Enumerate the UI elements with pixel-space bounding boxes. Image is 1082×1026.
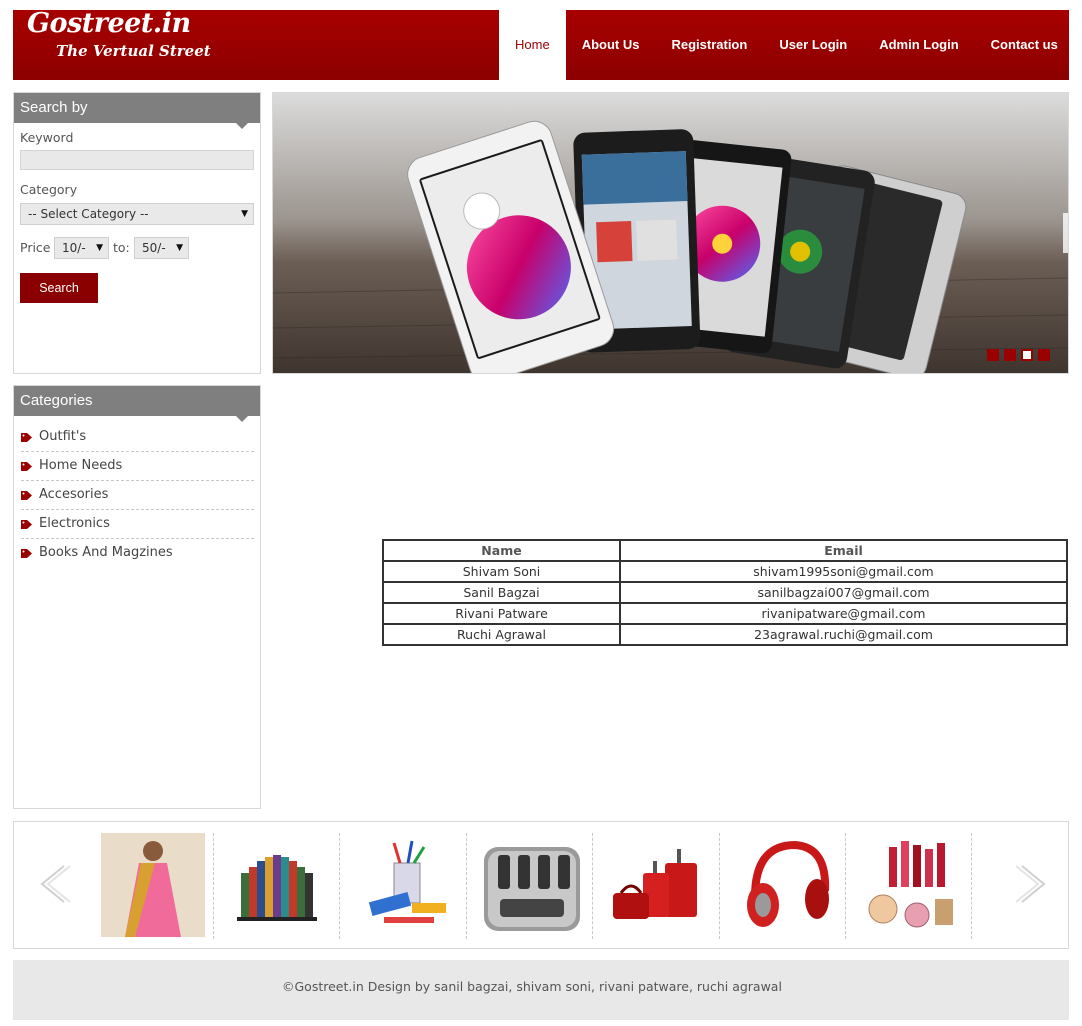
dropdown-arrow-icon: ▼ bbox=[241, 209, 248, 219]
category-item-outfits[interactable]: Outfit's bbox=[21, 423, 254, 452]
slider-dot-2[interactable] bbox=[1004, 349, 1016, 361]
category-label: Books And Magzines bbox=[39, 545, 173, 560]
carousel-item-stationery[interactable] bbox=[341, 833, 467, 939]
category-label: Accesories bbox=[39, 487, 109, 502]
price-from-value: 10/- bbox=[62, 241, 86, 255]
image-slider[interactable] bbox=[272, 92, 1069, 374]
cell-email: shivam1995soni@gmail.com bbox=[619, 560, 1068, 583]
carousel-item-saree[interactable] bbox=[88, 833, 214, 939]
saree-image bbox=[101, 833, 205, 937]
col-email-header: Email bbox=[619, 539, 1068, 562]
logo-tagline: The Vertual Street bbox=[56, 42, 211, 60]
books-image bbox=[237, 855, 317, 921]
price-label: Price bbox=[20, 240, 51, 255]
category-item-electronics[interactable]: Electronics bbox=[21, 510, 254, 539]
search-panel: Search by Keyword Category -- Select Cat… bbox=[13, 92, 261, 374]
slider-pagination bbox=[987, 349, 1050, 361]
keyword-input[interactable] bbox=[20, 150, 254, 170]
category-select[interactable]: -- Select Category -- ▼ bbox=[20, 203, 254, 225]
col-name-header: Name bbox=[382, 539, 621, 562]
cell-name: Sanil Bagzai bbox=[382, 581, 621, 604]
categories-title-text: Categories bbox=[20, 392, 93, 409]
categories-panel-title: Categories bbox=[14, 386, 260, 422]
slider-dot-4[interactable] bbox=[1038, 349, 1050, 361]
cell-email: sanilbagzai007@gmail.com bbox=[619, 581, 1068, 604]
table-row: Shivam Soni shivam1995soni@gmail.com bbox=[382, 560, 1068, 583]
tag-icon bbox=[21, 549, 32, 558]
site-logo[interactable]: Gostreet.in The Vertual Street bbox=[27, 8, 227, 64]
carousel-item-headphones[interactable] bbox=[720, 833, 846, 939]
panel-notch-icon bbox=[236, 416, 248, 422]
search-button[interactable]: Search bbox=[20, 273, 98, 303]
category-label: Electronics bbox=[39, 516, 110, 531]
toaster-image bbox=[484, 847, 580, 931]
price-to-select[interactable]: 50/- ▼ bbox=[134, 237, 189, 259]
nav-about-us[interactable]: About Us bbox=[566, 10, 656, 80]
search-panel-title: Search by bbox=[14, 93, 260, 129]
nav-contact-us[interactable]: Contact us bbox=[975, 10, 1074, 80]
category-label: Outfit's bbox=[39, 429, 87, 444]
cell-email: rivanipatware@gmail.com bbox=[619, 602, 1068, 625]
price-from-select[interactable]: 10/- ▼ bbox=[54, 237, 109, 259]
chevron-left-icon[interactable] bbox=[34, 860, 74, 908]
category-item-books[interactable]: Books And Magzines bbox=[21, 539, 254, 568]
nav-registration[interactable]: Registration bbox=[655, 10, 763, 80]
logo-title: Gostreet.in bbox=[27, 8, 191, 39]
categories-panel: Categories Outfit's Home Needs Accesorie… bbox=[13, 385, 261, 809]
carousel-item-toaster[interactable] bbox=[467, 833, 593, 939]
cosmetics-image bbox=[868, 841, 953, 928]
chevron-right-icon[interactable] bbox=[1012, 860, 1052, 908]
carousel-item-books[interactable] bbox=[214, 833, 340, 939]
cell-name: Ruchi Agrawal bbox=[382, 623, 621, 646]
dropdown-arrow-icon: ▼ bbox=[176, 243, 183, 253]
table-row: Rivani Patware rivanipatware@gmail.com bbox=[382, 602, 1068, 625]
panel-notch-icon bbox=[236, 123, 248, 129]
smartphones-banner-image bbox=[273, 93, 1068, 373]
tag-icon bbox=[21, 433, 32, 442]
carousel-item-luggage[interactable] bbox=[594, 833, 720, 939]
category-label: Home Needs bbox=[39, 458, 123, 473]
slider-dot-3[interactable] bbox=[1021, 349, 1033, 361]
main-nav: Home About Us Registration User Login Ad… bbox=[499, 10, 1074, 80]
contacts-table: Name Email Shivam Soni shivam1995soni@gm… bbox=[382, 539, 1068, 646]
keyword-label: Keyword bbox=[20, 130, 74, 145]
footer-credit-text: ©Gostreet.in Design by sanil bagzai, shi… bbox=[282, 979, 782, 994]
tag-icon bbox=[21, 491, 32, 500]
cell-name: Shivam Soni bbox=[382, 560, 621, 583]
slider-dot-1[interactable] bbox=[987, 349, 999, 361]
dropdown-arrow-icon: ▼ bbox=[96, 243, 103, 253]
category-select-value: -- Select Category -- bbox=[28, 207, 149, 221]
nav-home[interactable]: Home bbox=[499, 10, 566, 80]
luggage-image bbox=[613, 849, 697, 919]
tag-icon bbox=[21, 462, 32, 471]
headphones-image bbox=[747, 840, 830, 927]
table-row: Sanil Bagzai sanilbagzai007@gmail.com bbox=[382, 581, 1068, 604]
tag-icon bbox=[21, 520, 32, 529]
table-row: Ruchi Agrawal 23agrawal.ruchi@gmail.com bbox=[382, 623, 1068, 646]
category-item-accesories[interactable]: Accesories bbox=[21, 481, 254, 510]
cell-email: 23agrawal.ruchi@gmail.com bbox=[619, 623, 1068, 646]
category-item-home-needs[interactable]: Home Needs bbox=[21, 452, 254, 481]
nav-admin-login[interactable]: Admin Login bbox=[863, 10, 974, 80]
carousel-item-cosmetics[interactable] bbox=[846, 833, 972, 939]
price-to-value: 50/- bbox=[142, 241, 166, 255]
search-title-text: Search by bbox=[20, 99, 88, 116]
product-carousel bbox=[13, 821, 1069, 949]
stationery-image bbox=[368, 840, 446, 923]
price-to-label: to: bbox=[113, 240, 130, 255]
nav-user-login[interactable]: User Login bbox=[763, 10, 863, 80]
table-header-row: Name Email bbox=[382, 539, 1068, 562]
category-label: Category bbox=[20, 182, 78, 197]
cell-name: Rivani Patware bbox=[382, 602, 621, 625]
